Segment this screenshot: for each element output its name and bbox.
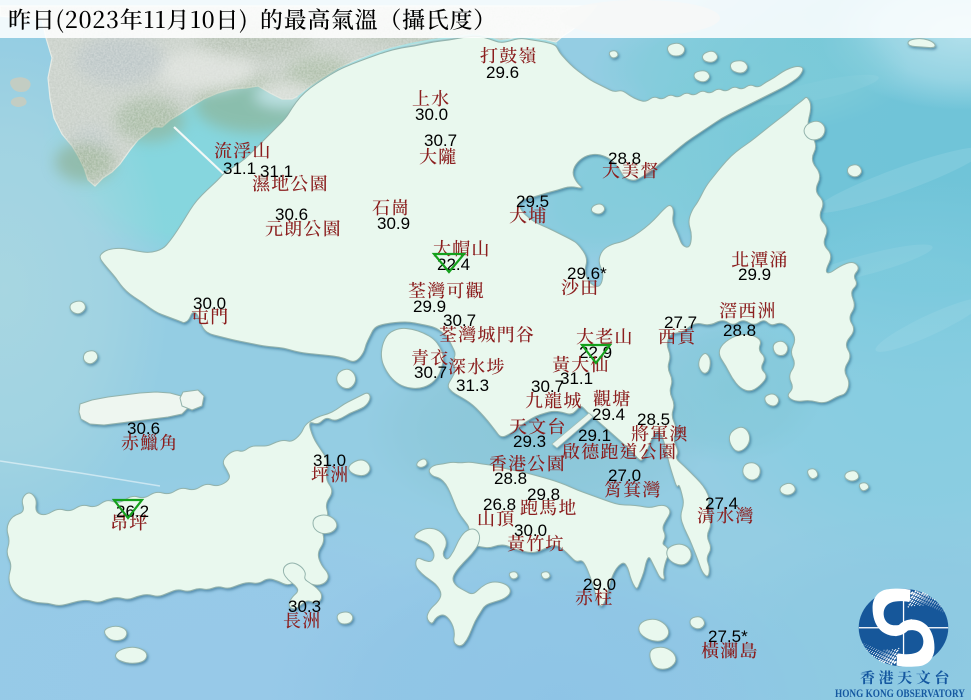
svg-text:28.8: 28.8 (608, 149, 641, 168)
svg-text:29.1: 29.1 (578, 426, 611, 445)
svg-text:30.6: 30.6 (127, 419, 160, 438)
svg-text:28.8: 28.8 (494, 469, 527, 488)
svg-text:28.8: 28.8 (723, 321, 756, 340)
svg-text:30.0: 30.0 (193, 294, 226, 313)
svg-text:30.7: 30.7 (424, 131, 457, 150)
svg-text:30.3: 30.3 (288, 597, 321, 616)
svg-text:29.8: 29.8 (527, 485, 560, 504)
svg-text:28.5: 28.5 (637, 410, 670, 429)
svg-text:30.7: 30.7 (443, 311, 476, 330)
svg-text:29.5: 29.5 (516, 192, 549, 211)
svg-text:29.0: 29.0 (583, 575, 616, 594)
svg-text:27.0: 27.0 (608, 466, 641, 485)
svg-text:27.5*: 27.5* (708, 627, 748, 646)
svg-text:31.1: 31.1 (223, 159, 256, 178)
svg-text:27.4: 27.4 (705, 494, 738, 513)
svg-text:29.9: 29.9 (413, 297, 446, 316)
svg-text:30.9: 30.9 (377, 214, 410, 233)
svg-text:29.9: 29.9 (738, 265, 771, 284)
svg-text:31.0: 31.0 (313, 451, 346, 470)
svg-text:30.6: 30.6 (275, 205, 308, 224)
svg-text:30.0: 30.0 (514, 521, 547, 540)
svg-text:29.3: 29.3 (513, 432, 546, 451)
svg-text:31.1: 31.1 (560, 369, 593, 388)
svg-text:29.6*: 29.6* (567, 264, 607, 283)
svg-text:30.7: 30.7 (414, 363, 447, 382)
svg-text:30.0: 30.0 (415, 105, 448, 124)
svg-text:27.7: 27.7 (664, 313, 697, 332)
svg-text:31.1: 31.1 (260, 162, 293, 181)
svg-text:30.7: 30.7 (531, 377, 564, 396)
svg-text:31.3: 31.3 (456, 376, 489, 395)
svg-text:29.6: 29.6 (486, 63, 519, 82)
svg-text:HONG KONG OBSERVATORY: HONG KONG OBSERVATORY (835, 686, 965, 700)
svg-text:26.8: 26.8 (483, 495, 516, 514)
svg-text:29.4: 29.4 (592, 405, 625, 424)
